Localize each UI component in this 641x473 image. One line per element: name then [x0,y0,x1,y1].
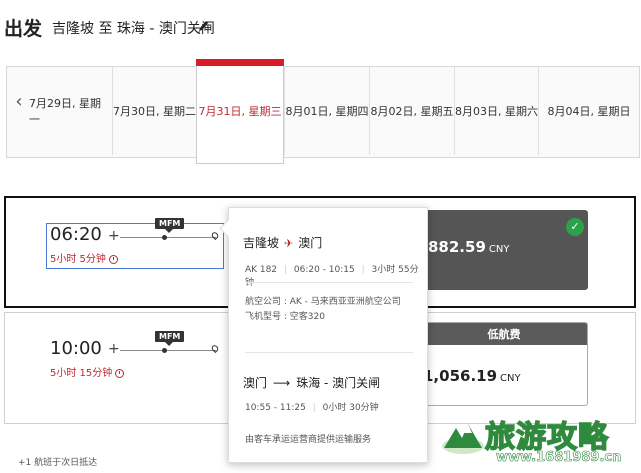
leg2-origin: 澳门 [243,376,268,390]
fare-option-selected[interactable]: 882.59 CNY ✓ [420,210,588,290]
leg1-route: 吉隆坡 ✈ 澳门 [243,234,322,251]
date-tab[interactable]: 7月30日, 星期二 [112,67,196,155]
leg1-info: AK 182 | 06:20 - 10:15 | 3小时 55分钟 [245,265,419,288]
price-value: 1,056.19 [423,367,498,385]
fare-option[interactable]: 低航费 1,056.19 CNY [420,322,588,406]
page-header: 出发 吉隆坡 至 珠海 - 澳门关闸 [0,0,641,48]
watermark-url: www.1681989.cn [496,450,622,466]
plus-icon: + [108,341,120,357]
duration-text: 5小时 5分钟 [50,254,106,265]
currency-label: CNY [488,244,510,255]
stop-code-badge: MFM [155,218,185,233]
clock-icon [108,255,118,264]
date-tab-selected[interactable]: 7月31日, 星期三 [196,59,284,164]
page-title: 出发 [4,18,43,40]
leg1-time: 06:20 - 10:15 [293,265,355,275]
selected-indicator [196,59,284,66]
date-label: 7月30日, 星期二 [113,105,196,118]
leg2-carrier-note: 由客车承运运营商提供运输服务 [245,435,372,445]
flight-duration: 5小时 5分钟 [50,250,118,265]
pencil-icon[interactable] [196,18,210,34]
clock-icon [115,369,125,378]
check-circle-icon: ✓ [566,218,584,236]
stop-dot [162,348,167,353]
price-value: 882.59 [428,238,486,256]
date-label: 8月02日, 星期五 [370,105,454,118]
flight-duration: 5小时 15分钟 [50,364,125,379]
date-label: 7月29日, 星期一 [29,97,101,126]
divider [245,352,413,353]
date-selector: ‹ 7月29日, 星期一 7月30日, 星期二 7月31日, 星期三 8月01日… [6,59,640,164]
flight-number: AK 182 [245,265,278,275]
date-tab[interactable]: 8月02日, 星期五 [369,67,454,155]
date-tab[interactable]: 8月04日, 星期日 [538,67,639,155]
divider [245,282,413,283]
fare-price: 1,056.19 CNY [423,367,521,385]
mountain-logo-icon [442,424,484,454]
date-label: 7月31日, 星期三 [198,105,282,118]
aircraft-info: 飞机型号 : 空客320 [245,312,325,322]
next-day-arrival-note: +1 航班于次日抵达 [18,458,98,468]
leg2-destination: 珠海 - 澳门关闸 [296,376,381,390]
route-summary: 吉隆坡 至 珠海 - 澳门关闸 [52,21,215,37]
date-tab[interactable]: 8月01日, 星期四 [284,67,369,155]
stop-code-badge: MFM [155,331,185,346]
prev-dates-button[interactable]: ‹ [9,91,29,112]
leg1-destination: 澳门 [298,236,323,250]
departure-time: 06:20 [50,224,102,245]
departure-time: 10:00 [50,338,102,359]
leg2-duration: 0小时 30分钟 [322,403,379,413]
date-label: 8月04日, 星期日 [547,105,631,118]
route-line [120,350,216,351]
route-line [120,237,216,238]
leg1-origin: 吉隆坡 [243,236,280,250]
date-label: 8月03日, 星期六 [455,105,538,118]
leg2-info: 10:55 - 11:25 | 0小时 30分钟 [245,403,379,413]
fare-price: 882.59 CNY [428,238,509,256]
date-label: 8月01日, 星期四 [285,105,369,118]
leg2-time: 10:55 - 11:25 [245,403,306,413]
arrow-right-icon: ⟶ [273,376,291,390]
airplane-icon: ✈ [284,237,294,250]
airline-info: 航空公司 : AK - 马来西亚亚洲航空公司 [245,297,401,307]
currency-label: CNY [500,373,521,384]
date-tab[interactable]: 7月29日, 星期一 [29,67,111,155]
stop-dot [162,235,167,240]
date-tab[interactable]: 8月03日, 星期六 [454,67,538,155]
plus-icon: + [108,228,120,244]
flight-details-popup: 吉隆坡 ✈ 澳门 AK 182 | 06:20 - 10:15 | 3小时 55分钟… [219,207,428,463]
leg2-route: 澳门 ⟶ 珠海 - 澳门关闸 [243,374,380,391]
watermark-logo: 旅游攻略 www.1681989.cn [440,408,640,472]
fare-type-label: 低航费 [421,323,587,345]
duration-text: 5小时 15分钟 [50,368,113,379]
